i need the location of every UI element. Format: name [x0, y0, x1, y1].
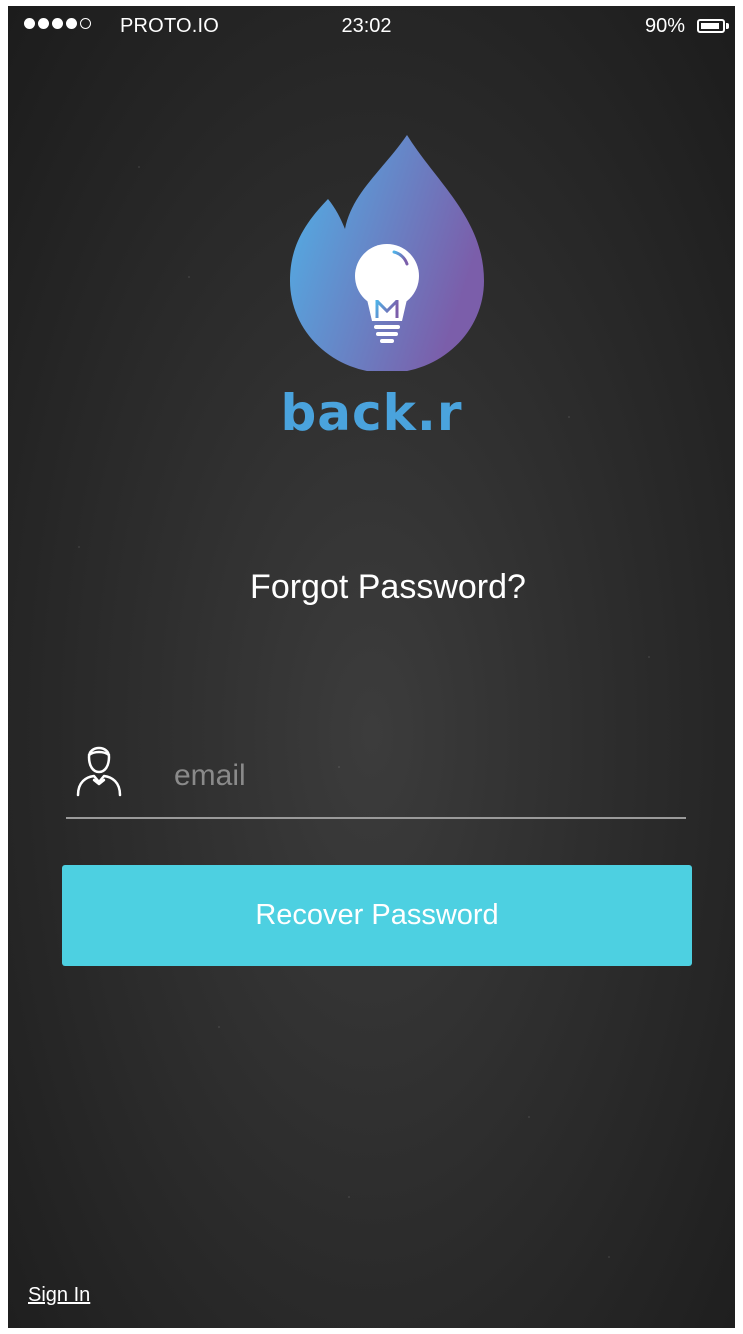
- battery-percentage: 90%: [644, 15, 685, 37]
- email-field[interactable]: [66, 731, 686, 819]
- background-speck: [218, 1026, 220, 1028]
- background-speck: [78, 546, 80, 548]
- background-speck: [138, 166, 140, 168]
- sign-in-link[interactable]: Sign In: [28, 1284, 90, 1307]
- background-speck: [608, 1256, 610, 1258]
- status-bar: PROTO.IO 23:02 90%: [8, 6, 735, 46]
- background-speck: [188, 276, 190, 278]
- brand-name: back.r: [280, 384, 463, 442]
- background-speck: [648, 656, 650, 658]
- recover-password-button[interactable]: Recover Password: [62, 865, 692, 966]
- background-speck: [348, 1196, 350, 1198]
- battery-icon: [697, 19, 725, 33]
- email-input[interactable]: [174, 751, 664, 801]
- status-time: 23:02: [341, 15, 392, 37]
- flame-lightbulb-logo: [290, 135, 484, 371]
- background-speck: [528, 1116, 530, 1118]
- user-icon: [76, 746, 122, 797]
- page-title: Forgot Password?: [250, 568, 526, 606]
- phone-screen: PROTO.IO 23:02 90% back.r Forgot Passwor…: [8, 6, 735, 1328]
- battery-tip: [726, 23, 729, 29]
